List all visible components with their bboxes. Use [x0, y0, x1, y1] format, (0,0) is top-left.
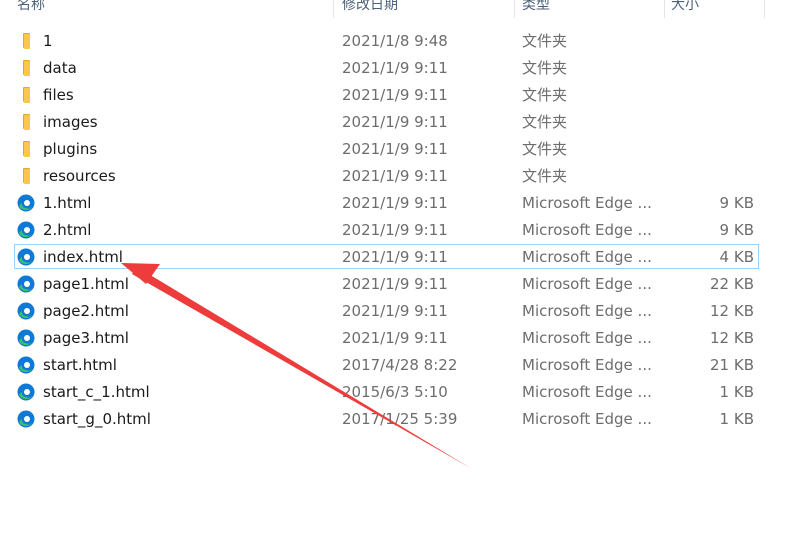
column-header-size[interactable]: 大小	[671, 0, 699, 18]
file-modified-date: 2021/1/9 9:11	[342, 194, 448, 212]
file-row[interactable]: 1 2021/1/8 9:48 文件夹	[14, 28, 759, 53]
file-row[interactable]: start.html 2017/4/28 8:22 Microsoft Edge .…	[14, 352, 759, 377]
file-modified-date: 2021/1/9 9:11	[342, 302, 448, 320]
file-modified-date: 2015/6/3 5:10	[342, 383, 448, 401]
file-type: Microsoft Edge ...	[522, 329, 652, 347]
file-modified-date: 2021/1/9 9:11	[342, 221, 448, 239]
file-size: 1 KB	[719, 383, 754, 401]
file-size: 21 KB	[710, 356, 754, 374]
edge-icon	[17, 302, 35, 320]
file-name: page2.html	[43, 302, 129, 320]
file-type: Microsoft Edge ...	[522, 383, 652, 401]
file-name: 1	[43, 32, 53, 50]
edge-icon	[17, 275, 35, 293]
edge-icon	[17, 410, 35, 428]
file-row[interactable]: page1.html 2021/1/9 9:11 Microsoft Edge ..…	[14, 271, 759, 296]
file-type: Microsoft Edge ...	[522, 356, 652, 374]
file-name: files	[43, 86, 74, 104]
folder-icon	[17, 113, 35, 131]
file-modified-date: 2021/1/9 9:11	[342, 248, 448, 266]
folder-icon	[17, 59, 35, 77]
file-size: 12 KB	[710, 302, 754, 320]
file-size: 9 KB	[719, 221, 754, 239]
file-name: start_c_1.html	[43, 383, 150, 401]
file-type: Microsoft Edge ...	[522, 194, 652, 212]
file-type: 文件夹	[522, 113, 568, 131]
file-modified-date: 2021/1/9 9:11	[342, 113, 448, 131]
column-header: 名称 修改日期 类型 大小	[0, 0, 765, 18]
file-name: page3.html	[43, 329, 129, 347]
edge-icon	[17, 329, 35, 347]
file-modified-date: 2021/1/9 9:11	[342, 140, 448, 158]
column-separator[interactable]	[664, 0, 665, 18]
file-name: start.html	[43, 356, 117, 374]
file-modified-date: 2021/1/9 9:11	[342, 167, 448, 185]
file-row[interactable]: plugins 2021/1/9 9:11 文件夹	[14, 136, 759, 161]
file-row[interactable]: data 2021/1/9 9:11 文件夹	[14, 55, 759, 80]
file-name: index.html	[43, 248, 123, 266]
file-name: plugins	[43, 140, 98, 158]
file-name: resources	[43, 167, 116, 185]
file-size: 1 KB	[719, 410, 754, 428]
file-size: 22 KB	[710, 275, 754, 293]
file-row[interactable]: resources 2021/1/9 9:11 文件夹	[14, 163, 759, 188]
file-row[interactable]: page3.html 2021/1/9 9:11 Microsoft Edge ..…	[14, 325, 759, 350]
file-row[interactable]: start_g_0.html 2017/1/25 5:39 Microsoft Ed…	[14, 406, 759, 431]
file-row[interactable]: 2.html 2021/1/9 9:11 Microsoft Edge ... 9 K…	[14, 217, 759, 242]
file-row[interactable]: images 2021/1/9 9:11 文件夹	[14, 109, 759, 134]
edge-icon	[17, 194, 35, 212]
column-separator[interactable]	[514, 0, 515, 18]
column-separator[interactable]	[764, 0, 765, 18]
folder-icon	[17, 140, 35, 158]
file-name: page1.html	[43, 275, 129, 293]
edge-icon	[17, 383, 35, 401]
file-type: Microsoft Edge ...	[522, 275, 652, 293]
file-name: data	[43, 59, 77, 77]
file-size: 9 KB	[719, 194, 754, 212]
file-type: 文件夹	[522, 167, 568, 185]
file-row[interactable]: start_c_1.html 2015/6/3 5:10 Microsoft Edg…	[14, 379, 759, 404]
file-modified-date: 2021/1/8 9:48	[342, 32, 448, 50]
file-type: 文件夹	[522, 32, 568, 50]
edge-icon	[17, 356, 35, 374]
folder-icon	[17, 167, 35, 185]
folder-icon	[17, 32, 35, 50]
file-name: start_g_0.html	[43, 410, 151, 428]
column-header-type[interactable]: 类型	[522, 0, 550, 18]
edge-icon	[17, 221, 35, 239]
column-header-name[interactable]: 名称	[17, 0, 45, 18]
column-separator[interactable]	[333, 0, 334, 18]
file-type: 文件夹	[522, 59, 568, 77]
file-row[interactable]: page2.html 2021/1/9 9:11 Microsoft Edge ..…	[14, 298, 759, 323]
file-row[interactable]: files 2021/1/9 9:11 文件夹	[14, 82, 759, 107]
file-type: Microsoft Edge ...	[522, 248, 652, 266]
file-type: 文件夹	[522, 140, 568, 158]
file-explorer: 名称 修改日期 类型 大小 1 2021/1/8 9:48 文件夹 data 2021/…	[0, 0, 807, 545]
file-size: 4 KB	[719, 248, 754, 266]
file-type: Microsoft Edge ...	[522, 302, 652, 320]
column-header-date[interactable]: 修改日期	[342, 0, 398, 18]
file-modified-date: 2021/1/9 9:11	[342, 329, 448, 347]
file-modified-date: 2021/1/9 9:11	[342, 86, 448, 104]
file-size: 12 KB	[710, 329, 754, 347]
file-type: 文件夹	[522, 86, 568, 104]
file-type: Microsoft Edge ...	[522, 221, 652, 239]
file-modified-date: 2021/1/9 9:11	[342, 275, 448, 293]
folder-icon	[17, 86, 35, 104]
file-name: 2.html	[43, 221, 92, 239]
file-type: Microsoft Edge ...	[522, 410, 652, 428]
file-modified-date: 2021/1/9 9:11	[342, 59, 448, 77]
file-modified-date: 2017/4/28 8:22	[342, 356, 458, 374]
file-name: 1.html	[43, 194, 92, 212]
file-name: images	[43, 113, 98, 131]
edge-icon	[17, 248, 35, 266]
file-modified-date: 2017/1/25 5:39	[342, 410, 458, 428]
file-row[interactable]: 1.html 2021/1/9 9:11 Microsoft Edge ... 9 K…	[14, 190, 759, 215]
file-row[interactable]: index.html 2021/1/9 9:11 Microsoft Edge ..…	[14, 244, 759, 269]
